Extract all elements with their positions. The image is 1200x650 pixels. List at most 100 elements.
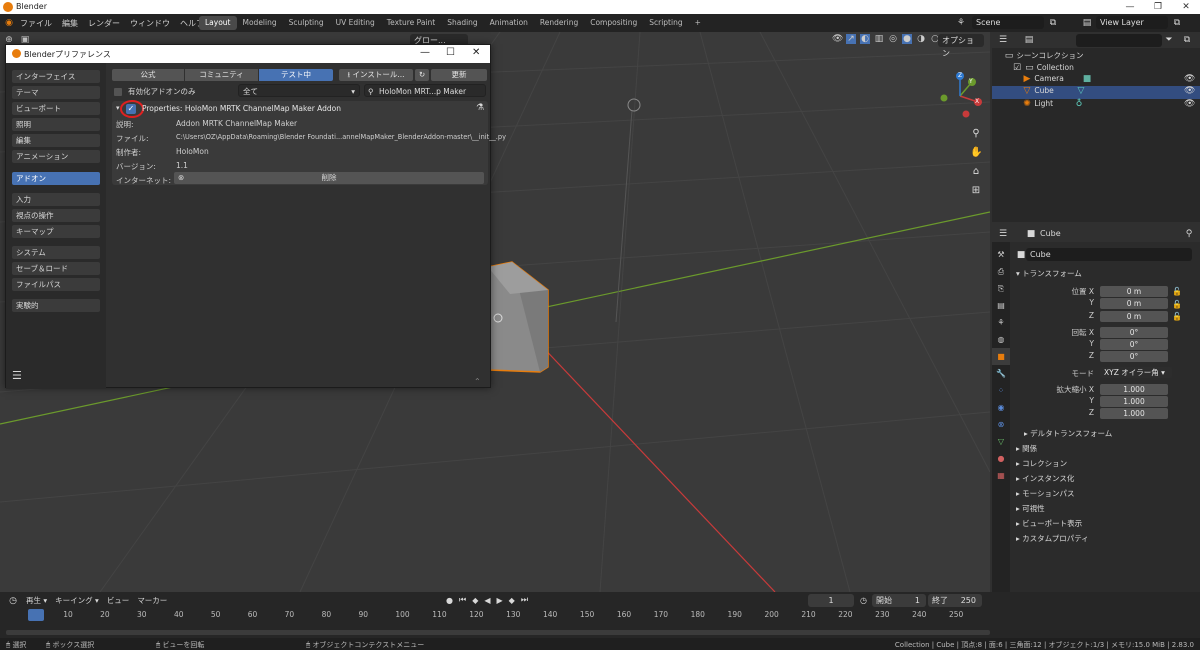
collection-row[interactable]: ☑ ▭ Collection (1012, 63, 1074, 73)
scale-x-field[interactable]: 1.000 (1100, 384, 1168, 395)
sidebar-item-editing[interactable]: 編集 (12, 134, 100, 147)
start-frame-field[interactable]: 開始 1 (872, 594, 926, 607)
blender-menu-icon[interactable]: ◉ (4, 18, 14, 28)
clock-icon[interactable]: ◷ (860, 596, 867, 605)
tab-layout[interactable]: Layout (199, 16, 237, 30)
instancing-panel[interactable]: ▸ インスタンス化 (1016, 473, 1074, 484)
transform-panel-header[interactable]: ▾ トランスフォーム (1016, 268, 1082, 279)
playhead[interactable] (28, 609, 44, 621)
menu-marker[interactable]: マーカー (137, 595, 167, 606)
record-icon[interactable]: ● (446, 596, 453, 605)
menu-window[interactable]: ウィンドウ (130, 18, 170, 29)
material-shading-icon[interactable]: ◑ (916, 34, 926, 44)
physics-tab-icon[interactable]: ◉ (992, 399, 1010, 416)
menu-playback[interactable]: 再生 ▾ (26, 595, 47, 606)
sidebar-item-navigation[interactable]: 視点の操作 (12, 209, 100, 222)
outliner-item-cube[interactable]: ▽ Cube ▽ 👁 (992, 86, 1200, 99)
render-tab-icon[interactable]: ⎙ (992, 263, 1010, 280)
tab-rendering[interactable]: Rendering (534, 16, 584, 30)
scene-field[interactable]: Scene (972, 16, 1044, 29)
tab-texture-paint[interactable]: Texture Paint (381, 16, 441, 30)
tab-community[interactable]: コミュニティ (185, 69, 258, 81)
tab-uv-editing[interactable]: UV Editing (330, 16, 381, 30)
new-collection-icon[interactable]: ⧉ (1182, 35, 1192, 45)
next-key-icon[interactable]: ◆ (509, 596, 515, 605)
solid-shading-icon[interactable]: ● (902, 34, 912, 44)
current-frame-field[interactable]: 1 (808, 594, 854, 607)
close-icon[interactable]: ✕ (472, 47, 480, 58)
overlay-icon[interactable]: ◐ (860, 34, 870, 44)
particles-tab-icon[interactable]: ⁘ (992, 382, 1010, 399)
location-y-field[interactable]: 0 m (1100, 298, 1168, 309)
visibility-icon[interactable]: 👁 (1184, 86, 1195, 96)
enabled-only-checkbox[interactable]: 有効化アドオンのみ (114, 86, 196, 97)
visibility-icon[interactable]: 👁 (832, 34, 843, 44)
checkbox-icon[interactable]: ☑ (1012, 63, 1022, 73)
end-frame-field[interactable]: 終了 250 (928, 594, 982, 607)
menu-render[interactable]: レンダー (88, 18, 120, 29)
play-reverse-icon[interactable]: ◀ (484, 596, 490, 605)
sidebar-item-save-load[interactable]: セーブ＆ロード (12, 262, 100, 275)
menu-file[interactable]: ファイル (20, 18, 52, 29)
timeline-scrollbar[interactable] (6, 630, 990, 635)
jump-end-icon[interactable]: ⏭ (521, 595, 528, 605)
data-tab-icon[interactable]: ▽ (992, 433, 1010, 450)
add-workspace-button[interactable]: + (689, 16, 707, 30)
gizmo-icon[interactable]: ↗ (846, 34, 856, 44)
tab-testing[interactable]: テスト中 (259, 69, 333, 81)
world-tab-icon[interactable]: ◍ (992, 331, 1010, 348)
collections-panel[interactable]: ▸ コレクション (1016, 458, 1067, 469)
perspective-grid-icon[interactable]: ⊞ (970, 181, 982, 200)
sidebar-item-keymap[interactable]: キーマップ (12, 225, 100, 238)
sidebar-item-lights[interactable]: 照明 (12, 118, 100, 131)
object-tab-icon[interactable]: ■ (992, 348, 1010, 365)
checkbox-icon[interactable] (114, 87, 122, 96)
zoom-icon[interactable]: ⚲ (970, 124, 982, 143)
refresh-button[interactable]: 更新 (431, 69, 487, 81)
rotation-y-field[interactable]: 0° (1100, 339, 1168, 350)
pin-icon[interactable]: ⚲ (1184, 229, 1194, 239)
motion-paths-panel[interactable]: ▸ モーションパス (1016, 488, 1075, 499)
sidebar-item-file-paths[interactable]: ファイルパス (12, 278, 100, 291)
refresh-icon[interactable]: ↻ (415, 69, 429, 81)
tab-scripting[interactable]: Scripting (643, 16, 688, 30)
editor-type-icon[interactable]: ☰ (998, 229, 1008, 239)
minimize-icon[interactable]: — (420, 47, 430, 58)
scene-tab-icon[interactable]: ⚘ (992, 314, 1010, 331)
location-z-field[interactable]: 0 m (1100, 311, 1168, 322)
visibility-panel[interactable]: ▸ 可視性 (1016, 503, 1045, 514)
modifier-tab-icon[interactable]: 🔧 (992, 365, 1010, 382)
tab-compositing[interactable]: Compositing (584, 16, 643, 30)
prev-key-icon[interactable]: ◆ (472, 596, 478, 605)
tab-animation[interactable]: Animation (484, 16, 534, 30)
category-dropdown[interactable]: 全て ▾ (238, 84, 360, 97)
tab-modeling[interactable]: Modeling (237, 16, 283, 30)
editor-type-icon[interactable]: ☰ (998, 35, 1008, 45)
clock-icon[interactable]: ◷ (8, 596, 18, 606)
pan-hand-icon[interactable]: ✋ (970, 143, 982, 162)
lock-icon[interactable]: 🔓 (1172, 286, 1192, 299)
constraints-tab-icon[interactable]: ⊗ (992, 416, 1010, 433)
xray-icon[interactable]: ▥ (874, 34, 884, 44)
install-button[interactable]: ⭳ インストール... (339, 69, 413, 81)
material-tab-icon[interactable]: ● (992, 450, 1010, 467)
lock-icon[interactable]: 🔓 (1172, 299, 1192, 312)
view-layer-field[interactable]: View Layer (1096, 16, 1168, 29)
location-x-field[interactable]: 0 m (1100, 286, 1168, 297)
remove-addon-button[interactable]: ⊗ 削除 (174, 172, 484, 184)
sidebar-item-themes[interactable]: テーマ (12, 86, 100, 99)
relations-panel[interactable]: ▸ 関係 (1016, 443, 1037, 454)
sidebar-item-input[interactable]: 入力 (12, 193, 100, 206)
maximize-icon[interactable]: ❐ (1144, 0, 1172, 14)
new-scene-icon[interactable]: ⧉ (1048, 18, 1058, 28)
menu-edit[interactable]: 編集 (62, 18, 78, 29)
delta-transform-panel[interactable]: ▸ デルタトランスフォーム (1024, 428, 1112, 439)
hamburger-menu-icon[interactable]: ☰ (12, 369, 22, 382)
menu-view[interactable]: ビュー (107, 595, 130, 606)
maximize-icon[interactable]: ☐ (446, 47, 455, 58)
new-view-layer-icon[interactable]: ⧉ (1172, 18, 1182, 28)
output-tab-icon[interactable]: ⎘ (992, 280, 1010, 297)
rotation-x-field[interactable]: 0° (1100, 327, 1168, 338)
tab-official[interactable]: 公式 (112, 69, 184, 81)
tool-tab-icon[interactable]: ⚒ (992, 246, 1010, 263)
